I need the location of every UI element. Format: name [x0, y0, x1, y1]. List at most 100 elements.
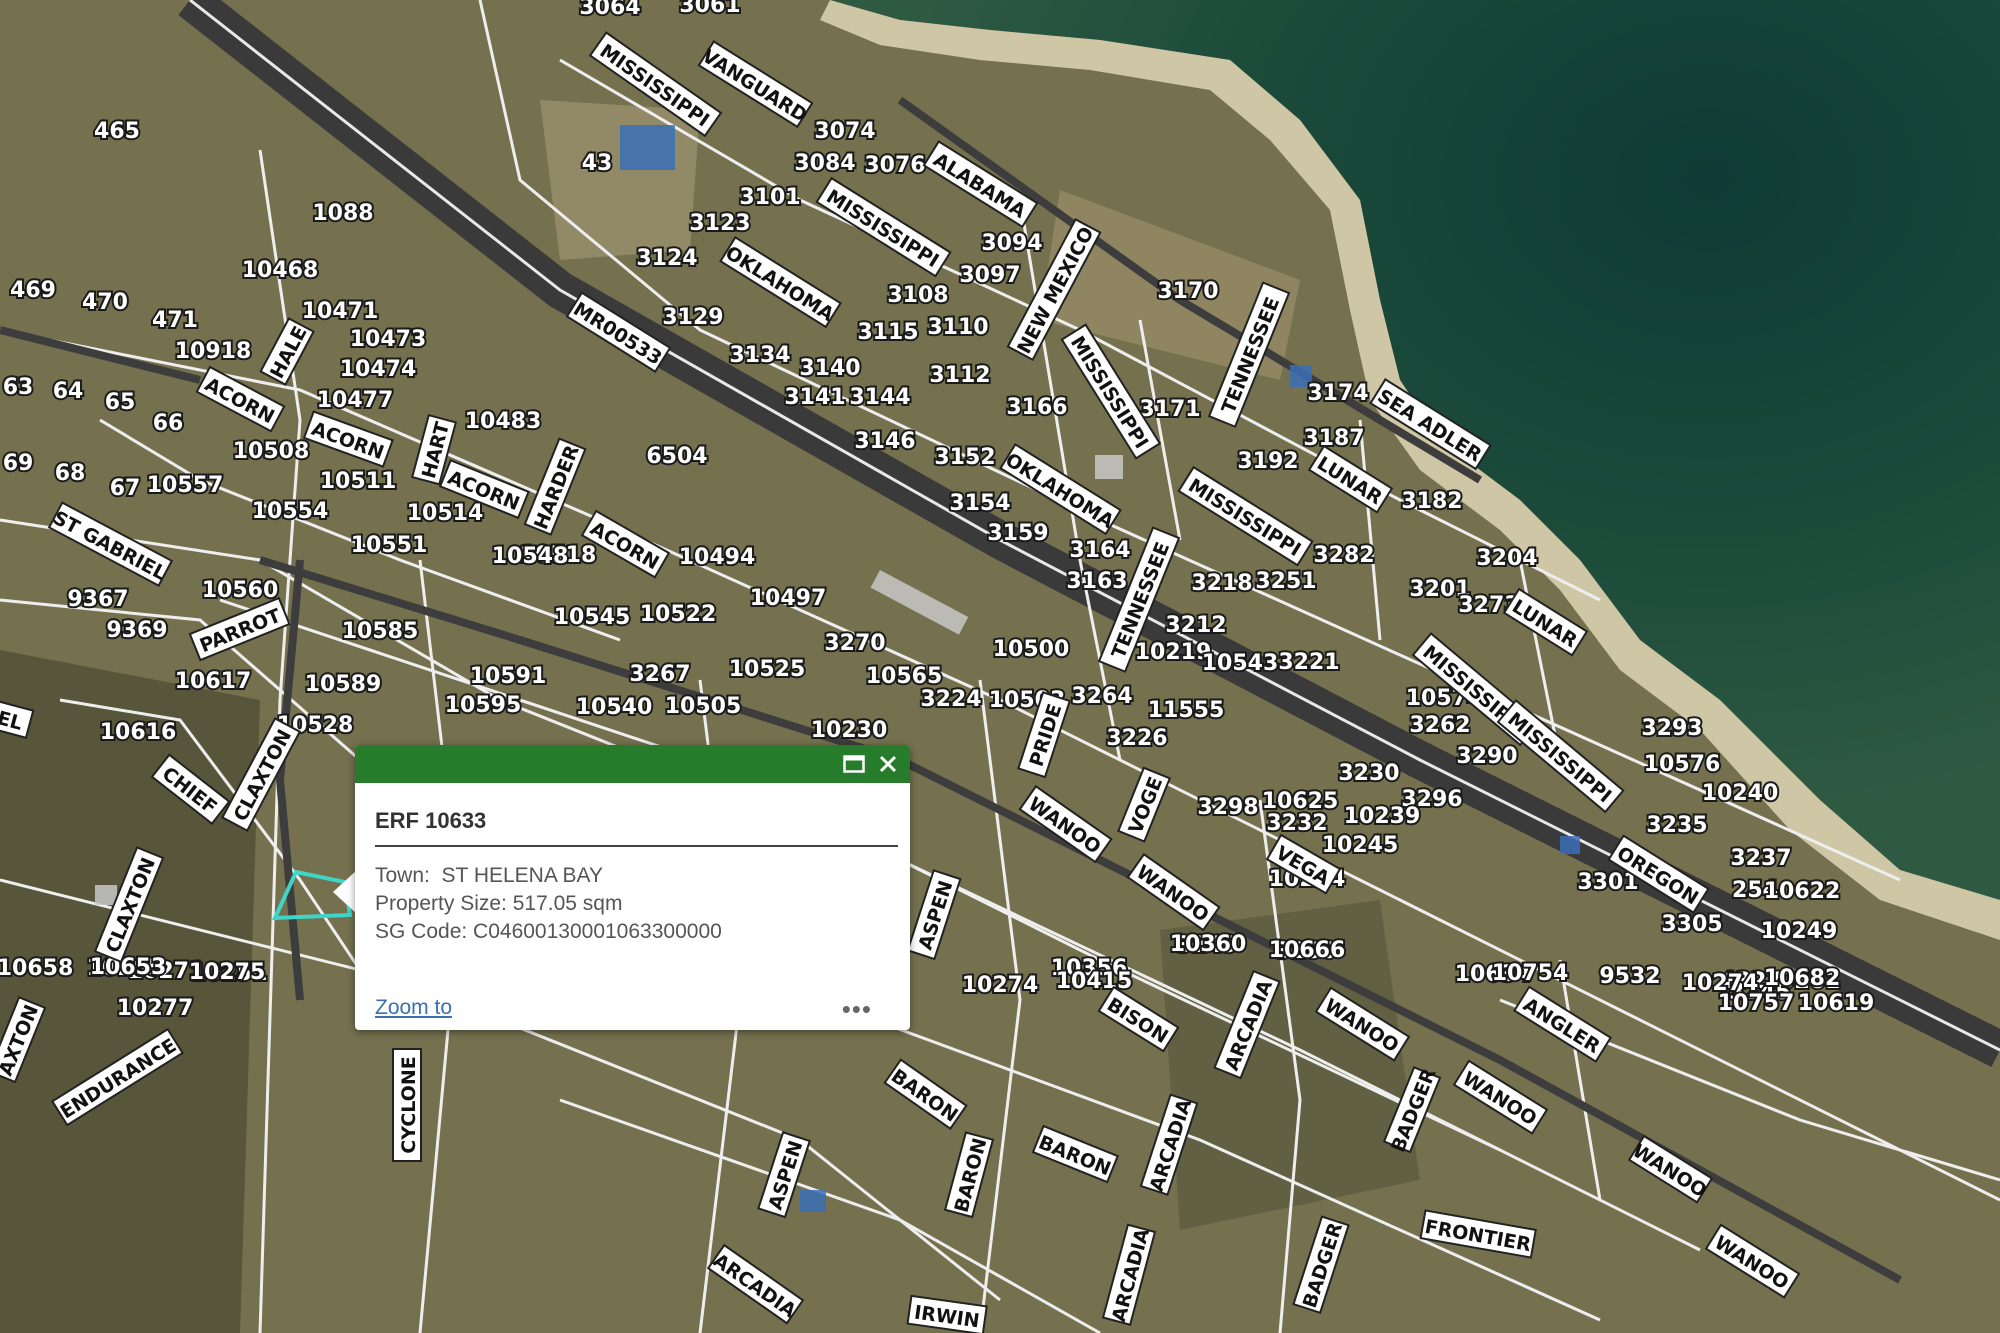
parcel-label: 3061 [679, 0, 740, 18]
parcel-label: 10560 [202, 578, 279, 603]
parcel-label: 3305 [1661, 912, 1722, 937]
parcel-label: 10505 [665, 694, 742, 719]
parcel-label: 3076 [864, 153, 925, 178]
map-view[interactable]: 3064 3061 465 43 3074 3084 3076 3101 312… [0, 0, 2000, 1333]
parcel-label: 10473 [350, 327, 427, 352]
parcel-label: 3110 [927, 315, 988, 340]
parcel-label: 3264 [1071, 684, 1132, 709]
parcel-label: 3226 [1106, 726, 1167, 751]
parcel-label: 10360 [1170, 932, 1247, 957]
parcel-label: 10576 [1644, 752, 1721, 777]
parcel-label: 10240 [1702, 781, 1779, 806]
parcel-label: 3187 [1303, 426, 1364, 451]
parcel-label: 469 [10, 278, 56, 303]
sandy-patch [540, 100, 700, 260]
property-size-field: Property Size: 517.05 sqm [375, 892, 623, 915]
parcel-label: 10514 [407, 501, 484, 526]
parcel-label: 68 [55, 461, 86, 486]
parcel-label: 10497 [750, 586, 827, 611]
parcel-label: 3129 [662, 305, 723, 330]
parcel-label: 470 [82, 290, 128, 315]
parcel-label: 3084 [794, 151, 855, 176]
parcel-label: 3224 [920, 687, 981, 712]
popup-title: ERF 10633 [375, 808, 487, 833]
popup-pointer [333, 870, 357, 914]
parcel-label: 11555 [1148, 698, 1225, 723]
parcel-label: 3170 [1157, 279, 1218, 304]
zoom-to-link[interactable]: Zoom to [375, 996, 452, 1020]
parcel-label: 10508 [233, 439, 310, 464]
parcel-label: 3124 [636, 246, 697, 271]
parcel-label: 3251 [1255, 569, 1316, 594]
street-label: CYCLONE [398, 1056, 420, 1153]
parcel-label: 3101 [739, 185, 800, 210]
parcel-label: 3152 [934, 445, 995, 470]
parcel-label: 9367 [67, 587, 128, 612]
parcel-label: 465 [94, 119, 140, 144]
parcel-label: 3235 [1646, 813, 1707, 838]
parcel-label: 3174 [1307, 381, 1368, 406]
parcel-label: 67 [110, 476, 141, 501]
parcel-label: 3237 [1730, 846, 1791, 871]
popup-header [355, 745, 910, 783]
parcel-label: 3218 [1191, 571, 1252, 596]
parcel-label: 3298 [1197, 795, 1258, 820]
parcel-label: 3115 [857, 320, 918, 345]
parcel-label: 10474 [340, 357, 417, 382]
parcel-label: 3146 [854, 429, 915, 454]
parcel-label: 10274 [1682, 971, 1759, 996]
parcel-label: 64 [53, 379, 84, 404]
vegetation-patch [0, 650, 260, 1333]
parcel-label: 3074 [814, 119, 875, 144]
parcel-label: 10595 [445, 693, 522, 718]
parcel-label: 10522 [640, 602, 717, 627]
parcel-label: 3097 [959, 263, 1020, 288]
parcel-label: 10658 [0, 956, 73, 981]
parcel-label: 10653 [90, 955, 167, 980]
parcel-label: 3112 [929, 363, 990, 388]
parcel-label: 3140 [799, 356, 860, 381]
parcel-labels-lower: 10274 [960, 971, 1041, 1000]
parcel-label: 10239 [1344, 804, 1421, 829]
parcel-label: 9369 [106, 618, 167, 643]
parcel-label: 10666 [1269, 938, 1346, 963]
parcel-label: 43 [582, 151, 613, 176]
parcel-label: 10619 [1798, 991, 1875, 1016]
maximize-icon[interactable] [840, 750, 868, 778]
parcel-label: 10918 [175, 339, 252, 364]
parcel-label: 3171 [1139, 397, 1200, 422]
parcel-label: 3230 [1338, 761, 1399, 786]
parcel-label: 10477 [317, 388, 394, 413]
parcel-label: 10625 [1262, 789, 1339, 814]
parcel-label: 3262 [1409, 713, 1470, 738]
parcel-label: 3159 [987, 521, 1048, 546]
parcel-label: 3204 [1476, 546, 1537, 571]
parcel-label: 3182 [1401, 489, 1462, 514]
parcel-label: 10543 [1202, 651, 1279, 676]
parcel-label: 3134 [729, 343, 790, 368]
parcel-label: 10591 [470, 664, 547, 689]
parcel-label: 10277 [117, 996, 194, 1021]
parcel-label: 10616 [100, 720, 177, 745]
parcel-label: 3293 [1641, 716, 1702, 741]
parcel-label: 10525 [729, 657, 806, 682]
parcel-label: 10500 [993, 637, 1070, 662]
popup-attributes: Town: ST HELENA BAY Property Size: 517.0… [375, 862, 722, 946]
parcel-label: 3270 [824, 631, 885, 656]
parcel-label: 3144 [849, 385, 910, 410]
more-options-icon[interactable]: ••• [842, 996, 872, 1022]
parcel-label: 3301 [1577, 870, 1638, 895]
parcel-label: 3154 [949, 491, 1010, 516]
parcel-label: 3232 [1266, 811, 1327, 836]
parcel-label: 10275 [189, 960, 266, 985]
parcel-label: 10551 [351, 533, 428, 558]
parcel-label: 63 [3, 375, 34, 400]
town-field: Town: ST HELENA BAY [375, 864, 603, 887]
parcel-label: 65 [105, 390, 136, 415]
parcel-label: 10249 [1761, 919, 1838, 944]
parcel-label: 10274 [962, 973, 1039, 998]
parcel-label: 3064 [579, 0, 640, 20]
parcel-label: 10754 [1492, 961, 1569, 986]
close-icon[interactable] [874, 750, 902, 778]
parcel-label: 66 [153, 411, 184, 436]
